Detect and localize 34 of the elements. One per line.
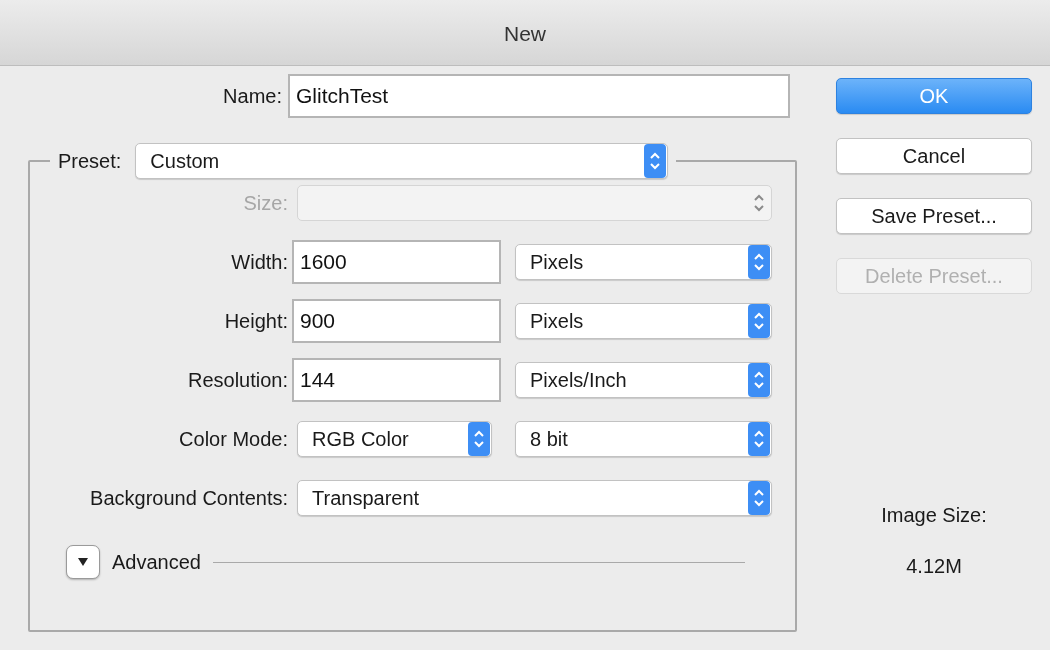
dropdown[interactable]: 8 bit	[515, 421, 772, 457]
disclosure-button[interactable]	[66, 545, 100, 579]
dropdown[interactable]: Pixels	[515, 303, 772, 339]
dropdown[interactable]: RGB Color	[297, 421, 492, 457]
dialog-button[interactable]: Save Preset...	[836, 198, 1032, 234]
triangle-icon	[77, 557, 89, 567]
chevrons-icon	[644, 144, 667, 178]
dropdown[interactable]: Pixels	[515, 244, 772, 280]
image-size-value: 4.12M	[905, 555, 963, 578]
preset-label: Preset:	[58, 149, 122, 173]
chevrons-icon	[748, 363, 770, 397]
dropdown[interactable]: Pixels/Inch	[515, 362, 772, 398]
advanced-label: Advanced	[112, 550, 201, 574]
field-label: Height:	[223, 309, 289, 333]
chevrons-icon	[748, 481, 770, 515]
chevrons-icon	[748, 304, 770, 338]
input-field[interactable]: GlitchTest	[288, 74, 790, 118]
image-size-label: Image Size:	[880, 504, 988, 527]
chevrons-icon	[468, 422, 490, 456]
field-label: Color Mode:	[178, 427, 289, 451]
field-label: Background Contents:	[89, 486, 289, 510]
field-label: Resolution:	[186, 368, 289, 392]
chevrons-icon	[748, 422, 770, 456]
input-field[interactable]: 900	[292, 299, 501, 343]
input-field[interactable]: 1600	[292, 240, 501, 284]
dialog-button[interactable]: Cancel	[836, 138, 1032, 174]
field-label: Width:	[230, 250, 289, 274]
input-field[interactable]: 144	[292, 358, 501, 402]
field-label: Size:	[242, 191, 289, 215]
dropdown[interactable]: Transparent	[297, 480, 772, 516]
chevrons-icon	[748, 245, 770, 279]
dropdown[interactable]: Custom	[135, 143, 669, 179]
window-title: New	[504, 22, 546, 46]
name-label: Name:	[222, 84, 283, 108]
